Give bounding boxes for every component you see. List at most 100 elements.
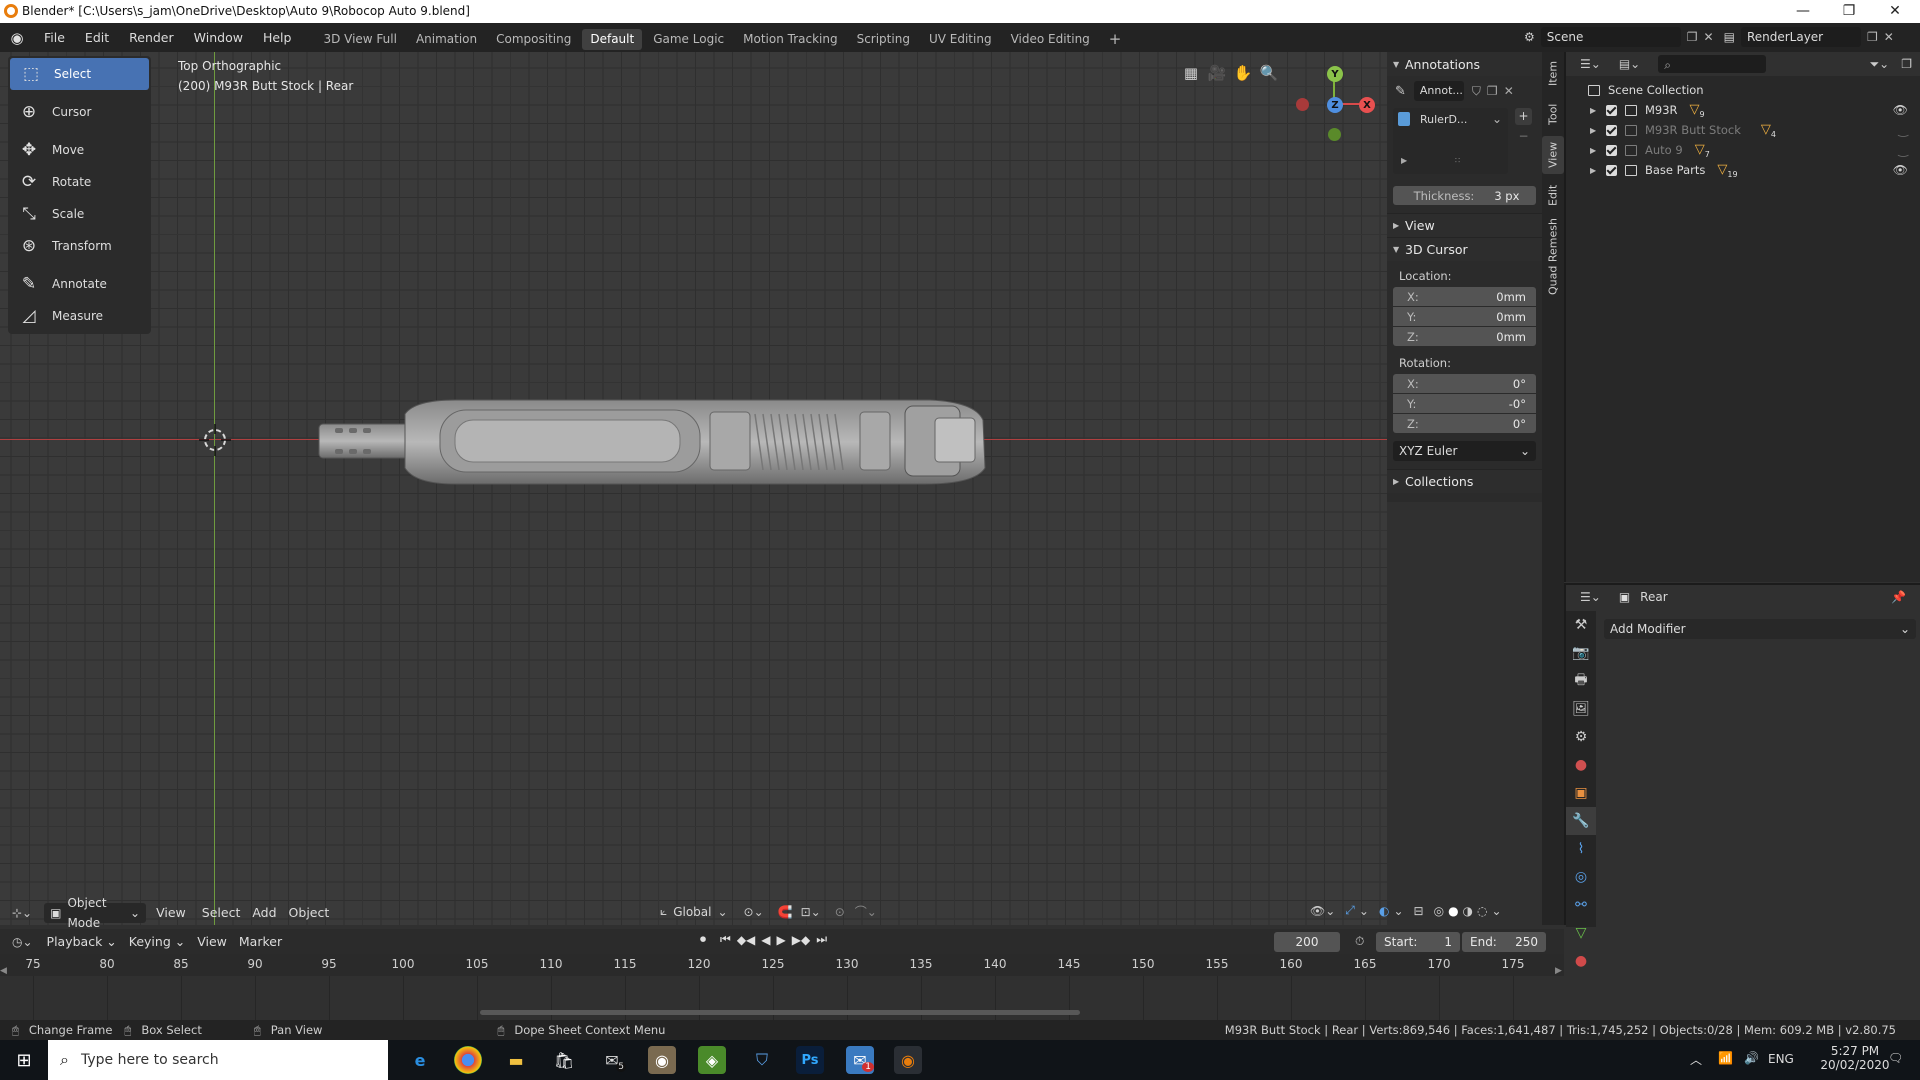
eye-closed-icon[interactable]: ‿ (1898, 143, 1908, 157)
tool-move[interactable]: ✥ Move (8, 134, 151, 166)
new-scene-icon[interactable]: ❐ (1687, 30, 1698, 44)
tool-cursor[interactable]: ⊕ Cursor (8, 96, 151, 128)
navigation-gizmo[interactable]: Y Z X (1275, 56, 1385, 156)
collections-panel-header[interactable]: ▶ Collections (1387, 469, 1542, 493)
cursor-location-z[interactable]: Z: 0mm (1393, 327, 1536, 346)
snap-target-icon[interactable]: ⊡⌄ (801, 905, 821, 919)
snap-icon[interactable]: 🧲 (778, 905, 793, 919)
gizmo-neg-x[interactable] (1296, 98, 1309, 111)
cursor-location-y[interactable]: Y: 0mm (1393, 307, 1536, 326)
editor-type-icon[interactable]: ☰⌄ (1580, 590, 1601, 604)
3d-cursor-panel-header[interactable]: ▼ 3D Cursor (1387, 237, 1542, 261)
cursor-location-x[interactable]: X: 0mm (1393, 287, 1536, 306)
network-icon[interactable]: 📶 (1718, 1051, 1733, 1065)
tab-item[interactable]: Item (1542, 56, 1564, 90)
tool-measure[interactable]: ◿ Measure (8, 300, 151, 332)
minimize-button[interactable]: — (1780, 0, 1826, 23)
chevron-down-icon[interactable]: ⌄ (1492, 904, 1502, 918)
annotation-layer-list[interactable]: RulerD... ⌄ ▶ ∷ (1393, 108, 1508, 174)
tool-select[interactable]: ⬚ Select (10, 58, 149, 90)
remove-layer-button[interactable]: − (1515, 128, 1532, 145)
workspace-tab-motion-tracking[interactable]: Motion Tracking (735, 29, 845, 50)
jump-start-icon[interactable]: ⏮ (720, 932, 731, 947)
output-icon[interactable]: 🖶 (1566, 667, 1596, 695)
record-icon[interactable]: ⏺ (700, 932, 706, 947)
solid-shading-icon[interactable]: ● (1448, 904, 1458, 918)
timeline-area[interactable]: 75 80 85 90 95 100 105 110 115 120 125 130 135 140 145… (0, 954, 1564, 1021)
workspace-tab-scripting[interactable]: Scripting (849, 29, 918, 50)
add-workspace-button[interactable]: + (1101, 29, 1130, 50)
menu-help[interactable]: Help (253, 23, 302, 52)
checkbox-icon[interactable] (1606, 144, 1617, 156)
pan-hand-icon[interactable]: ✋ (1230, 60, 1256, 86)
blender-icon[interactable]: ◉ (894, 1046, 922, 1074)
tool-scale[interactable]: ⤡ Scale (8, 198, 151, 230)
scene-icon[interactable]: ⚙ (1566, 723, 1596, 751)
outliner-item-base-parts[interactable]: ▶ Base Parts ▽ 19 👁 (1566, 160, 1920, 180)
cursor-rotation-y[interactable]: Y: -0° (1393, 394, 1536, 413)
render-icon[interactable]: 📷 (1566, 639, 1596, 667)
workspace-tab-video-editing[interactable]: Video Editing (1003, 29, 1098, 50)
gun-model[interactable] (315, 392, 990, 492)
visibility-icon[interactable]: 👁⌄ (1310, 904, 1335, 918)
eye-closed-icon[interactable]: ‿ (1898, 123, 1908, 137)
pivot-point-icon[interactable]: ⊙⌄ (744, 905, 764, 919)
3d-viewport[interactable]: Top Orthographic (200) M93R Butt Stock |… (0, 52, 1387, 925)
menu-playback[interactable]: Playback ⌄ (41, 929, 123, 954)
new-collection-icon[interactable]: ❐ (1901, 57, 1912, 71)
annotation-data-icon[interactable]: ✎ (1395, 84, 1406, 99)
tool-rotate[interactable]: ⟳ Rotate (8, 166, 151, 198)
duplicate-icon[interactable]: ❐ (1487, 84, 1498, 98)
display-mode-icon[interactable]: ▤⌄ (1619, 57, 1640, 71)
object-data-icon[interactable]: ▽ (1566, 919, 1596, 947)
object-properties-icon[interactable]: ▣ (1566, 779, 1596, 807)
annotation-layer-field[interactable]: Annot... (1413, 81, 1464, 101)
jump-keyframe-back-icon[interactable]: ◆◀ (737, 933, 755, 947)
filter-icon[interactable]: ⏷⌄ (1870, 57, 1890, 72)
menu-select[interactable]: Select (196, 901, 247, 925)
annotation-layer-item[interactable]: RulerD... ⌄ (1393, 108, 1508, 130)
scene-name-field[interactable]: Scene (1540, 27, 1681, 47)
view-layer-icon[interactable]: 🖼 (1566, 695, 1596, 723)
checkbox-icon[interactable] (1606, 124, 1617, 136)
timeline-scrollbar[interactable] (480, 1010, 1080, 1015)
view-layer-field[interactable]: RenderLayer (1740, 27, 1861, 47)
rendered-shading-icon[interactable]: ◌ (1477, 904, 1487, 918)
chevron-up-icon[interactable]: ︿ (1690, 1051, 1702, 1068)
notification-icon[interactable]: 🗨 (1888, 1051, 1903, 1065)
workspace-tab-default[interactable]: Default (582, 29, 643, 50)
tab-tool[interactable]: Tool (1542, 96, 1564, 132)
menu-render[interactable]: Render (119, 23, 184, 52)
chrome-icon[interactable] (454, 1046, 482, 1074)
modifier-wrench-icon[interactable]: 🔧 (1566, 807, 1596, 835)
add-modifier-dropdown[interactable]: Add Modifier ⌄ (1604, 619, 1916, 639)
toggle-camera-view-icon[interactable]: ▦ (1178, 60, 1204, 86)
clock[interactable]: 5:27 PM 20/02/2020 (1815, 1044, 1895, 1072)
cursor-rotation-z[interactable]: Z: 0° (1393, 414, 1536, 433)
play-icon[interactable]: ▶ (777, 933, 786, 947)
tool-transform[interactable]: ⊛ Transform (8, 230, 151, 262)
menu-window[interactable]: Window (184, 23, 253, 52)
taskbar-search-box[interactable]: ⌕ Type here to search (48, 1040, 388, 1080)
tab-edit[interactable]: Edit (1542, 178, 1564, 212)
mode-dropdown[interactable]: ▣ Object Mode ⌄ (44, 896, 147, 930)
wireframe-shading-icon[interactable]: ◎ (1434, 904, 1444, 918)
restore-button[interactable]: ❐ (1826, 0, 1872, 23)
chevron-down-icon[interactable]: ⌄ (1492, 112, 1502, 126)
chevron-down-icon[interactable]: ⌄ (1393, 904, 1403, 918)
store-icon[interactable]: 🛍 (550, 1046, 578, 1074)
workspace-tab-3d-view-full[interactable]: 3D View Full (315, 29, 405, 50)
expand-triangle-icon[interactable]: ▶ (1590, 106, 1606, 115)
app-icon[interactable]: ✉ 1 (846, 1046, 874, 1074)
physics-icon[interactable]: ◎ (1566, 863, 1596, 891)
menu-timeline-view[interactable]: View (191, 929, 233, 954)
jump-end-icon[interactable]: ⏭ (816, 932, 827, 947)
rotation-mode-dropdown[interactable]: XYZ Euler ⌄ (1393, 441, 1536, 461)
tab-view[interactable]: View (1542, 136, 1564, 174)
frame-ruler[interactable]: 75 80 85 90 95 100 105 110 115 120 125 130 135 140 145… (0, 954, 1564, 976)
proportional-editing-icon[interactable]: ⊙ (835, 905, 845, 919)
world-icon[interactable]: ● (1566, 751, 1596, 779)
file-explorer-icon[interactable]: ▬ (502, 1046, 530, 1074)
gizmo-toggle-icon[interactable]: ⤢ (1345, 903, 1355, 918)
end-frame-field[interactable]: End: 250 (1462, 932, 1546, 952)
